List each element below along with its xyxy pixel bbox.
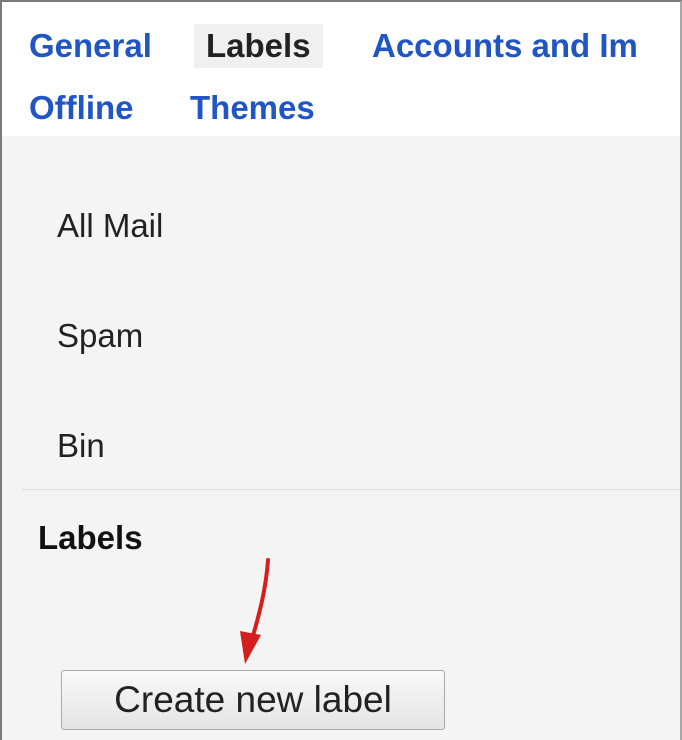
tab-offline[interactable]: Offline	[29, 86, 134, 130]
create-new-label-button[interactable]: Create new label	[61, 670, 445, 730]
labels-settings-panel: All Mail Spam Bin Labels Create new labe…	[2, 136, 680, 740]
settings-window: General Labels Accounts and Im Offline T…	[0, 0, 682, 740]
tab-labels[interactable]: Labels	[194, 24, 323, 68]
tab-themes[interactable]: Themes	[190, 86, 315, 130]
tab-accounts-and-import[interactable]: Accounts and Im	[372, 24, 638, 68]
tab-general[interactable]: General	[29, 24, 152, 68]
red-arrow-icon	[240, 558, 270, 664]
settings-tabs: General Labels Accounts and Im Offline T…	[2, 2, 680, 136]
